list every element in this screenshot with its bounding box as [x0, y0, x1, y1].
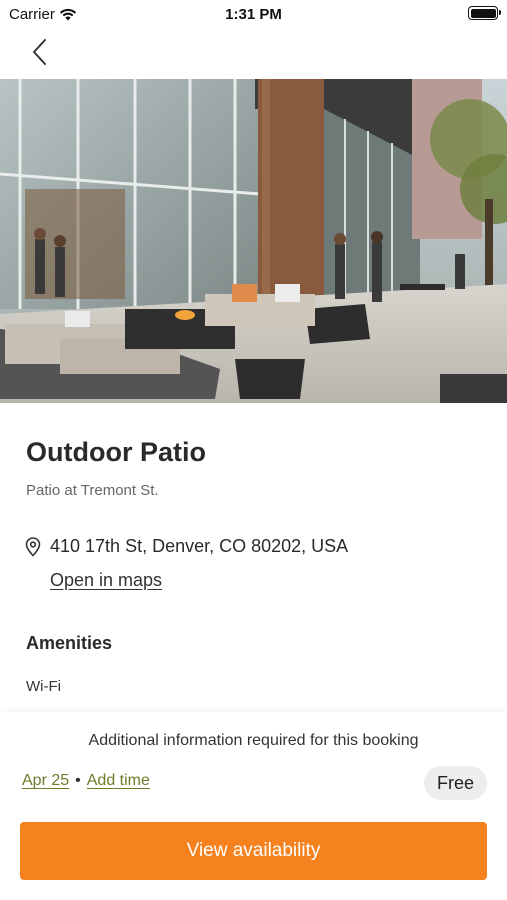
status-bar: Carrier 1:31 PM	[0, 0, 507, 30]
booking-footer: Additional information required for this…	[0, 712, 507, 900]
price-badge: Free	[423, 766, 487, 800]
view-availability-button[interactable]: View availability	[20, 822, 487, 880]
back-button[interactable]	[24, 36, 56, 68]
amenities-heading: Amenities	[26, 633, 113, 653]
space-subtitle: Patio at Tremont St.	[26, 482, 159, 499]
chevron-left-icon	[33, 39, 46, 65]
add-time-link[interactable]: Add time	[87, 772, 150, 790]
date-time-row: Apr 25 • Add time	[22, 772, 150, 790]
address-text: 410 17th St, Denver, CO 80202, USA	[50, 536, 349, 556]
status-time: 1:31 PM	[225, 6, 282, 23]
patio-photo	[0, 79, 507, 403]
info-note: Additional information required for this…	[88, 732, 419, 749]
address-row: 410 17th St, Denver, CO 80202, USA	[24, 536, 348, 557]
map-pin-icon	[25, 536, 41, 557]
battery-icon	[468, 6, 501, 20]
amenity-item: Wi-Fi	[26, 678, 61, 695]
open-in-maps-link[interactable]: Open in maps	[50, 570, 162, 591]
page-title: Outdoor Patio	[26, 437, 206, 467]
date-link[interactable]: Apr 25	[22, 772, 69, 790]
separator-dot: •	[75, 772, 81, 789]
hero-image	[0, 79, 507, 403]
